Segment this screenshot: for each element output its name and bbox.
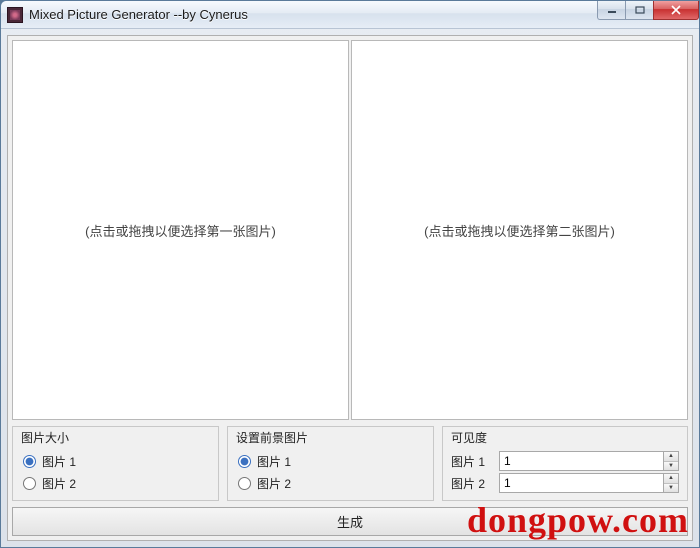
minimize-icon — [607, 6, 617, 14]
maximize-icon — [635, 6, 645, 14]
fg-radio-1-input[interactable] — [238, 455, 251, 468]
fg-radio-2[interactable]: 图片 2 — [236, 472, 425, 494]
app-window: Mixed Picture Generator --by Cynerus (点击… — [0, 0, 700, 548]
group-foreground: 设置前景图片 图片 1 图片 2 — [227, 426, 434, 501]
maximize-button[interactable] — [625, 1, 653, 20]
drop-area-first[interactable]: (点击或拖拽以便选择第一张图片) — [12, 40, 349, 420]
window-title: Mixed Picture Generator --by Cynerus — [29, 7, 248, 22]
fg-radio-1-label: 图片 1 — [257, 453, 291, 470]
size-radio-2[interactable]: 图片 2 — [21, 472, 210, 494]
fg-radio-2-label: 图片 2 — [257, 475, 291, 492]
visibility-2-up[interactable]: ▲ — [664, 474, 678, 484]
visibility-input-1[interactable] — [499, 451, 663, 471]
drop-area-first-hint: (点击或拖拽以便选择第一张图片) — [85, 221, 276, 240]
size-radio-1[interactable]: 图片 1 — [21, 450, 210, 472]
group-image-size: 图片大小 图片 1 图片 2 — [12, 426, 219, 501]
visibility-spinner-1: ▲ ▼ — [499, 451, 679, 471]
group-visibility-title: 可见度 — [451, 429, 679, 446]
generate-button[interactable]: 生成 — [12, 507, 688, 536]
visibility-1-up[interactable]: ▲ — [664, 452, 678, 462]
visibility-spinner-2: ▲ ▼ — [499, 473, 679, 493]
client-area: (点击或拖拽以便选择第一张图片) (点击或拖拽以便选择第二张图片) 图片大小 图… — [7, 35, 693, 541]
generate-row: 生成 — [12, 507, 688, 536]
app-icon — [7, 7, 23, 23]
minimize-button[interactable] — [597, 1, 625, 20]
titlebar[interactable]: Mixed Picture Generator --by Cynerus — [1, 1, 699, 29]
controls-row: 图片大小 图片 1 图片 2 设置前景图片 图片 1 图片 — [12, 426, 688, 501]
visibility-2-down[interactable]: ▼ — [664, 484, 678, 493]
fg-radio-2-input[interactable] — [238, 477, 251, 490]
group-foreground-title: 设置前景图片 — [236, 429, 425, 446]
close-icon — [670, 5, 682, 15]
drop-row: (点击或拖拽以便选择第一张图片) (点击或拖拽以便选择第二张图片) — [12, 40, 688, 420]
drop-area-second-hint: (点击或拖拽以便选择第二张图片) — [424, 221, 615, 240]
size-radio-1-input[interactable] — [23, 455, 36, 468]
visibility-row-1: 图片 1 ▲ ▼ — [451, 450, 679, 472]
size-radio-2-label: 图片 2 — [42, 475, 76, 492]
close-button[interactable] — [653, 1, 699, 20]
fg-radio-1[interactable]: 图片 1 — [236, 450, 425, 472]
size-radio-2-input[interactable] — [23, 477, 36, 490]
visibility-spin-btns-1: ▲ ▼ — [663, 451, 679, 471]
group-image-size-title: 图片大小 — [21, 429, 210, 446]
visibility-row-2: 图片 2 ▲ ▼ — [451, 472, 679, 494]
size-radio-1-label: 图片 1 — [42, 453, 76, 470]
visibility-label-2: 图片 2 — [451, 475, 499, 492]
visibility-1-down[interactable]: ▼ — [664, 462, 678, 471]
drop-area-second[interactable]: (点击或拖拽以便选择第二张图片) — [351, 40, 688, 420]
group-visibility: 可见度 图片 1 ▲ ▼ 图片 2 — [442, 426, 688, 501]
visibility-label-1: 图片 1 — [451, 453, 499, 470]
visibility-input-2[interactable] — [499, 473, 663, 493]
window-controls — [597, 1, 699, 21]
visibility-spin-btns-2: ▲ ▼ — [663, 473, 679, 493]
